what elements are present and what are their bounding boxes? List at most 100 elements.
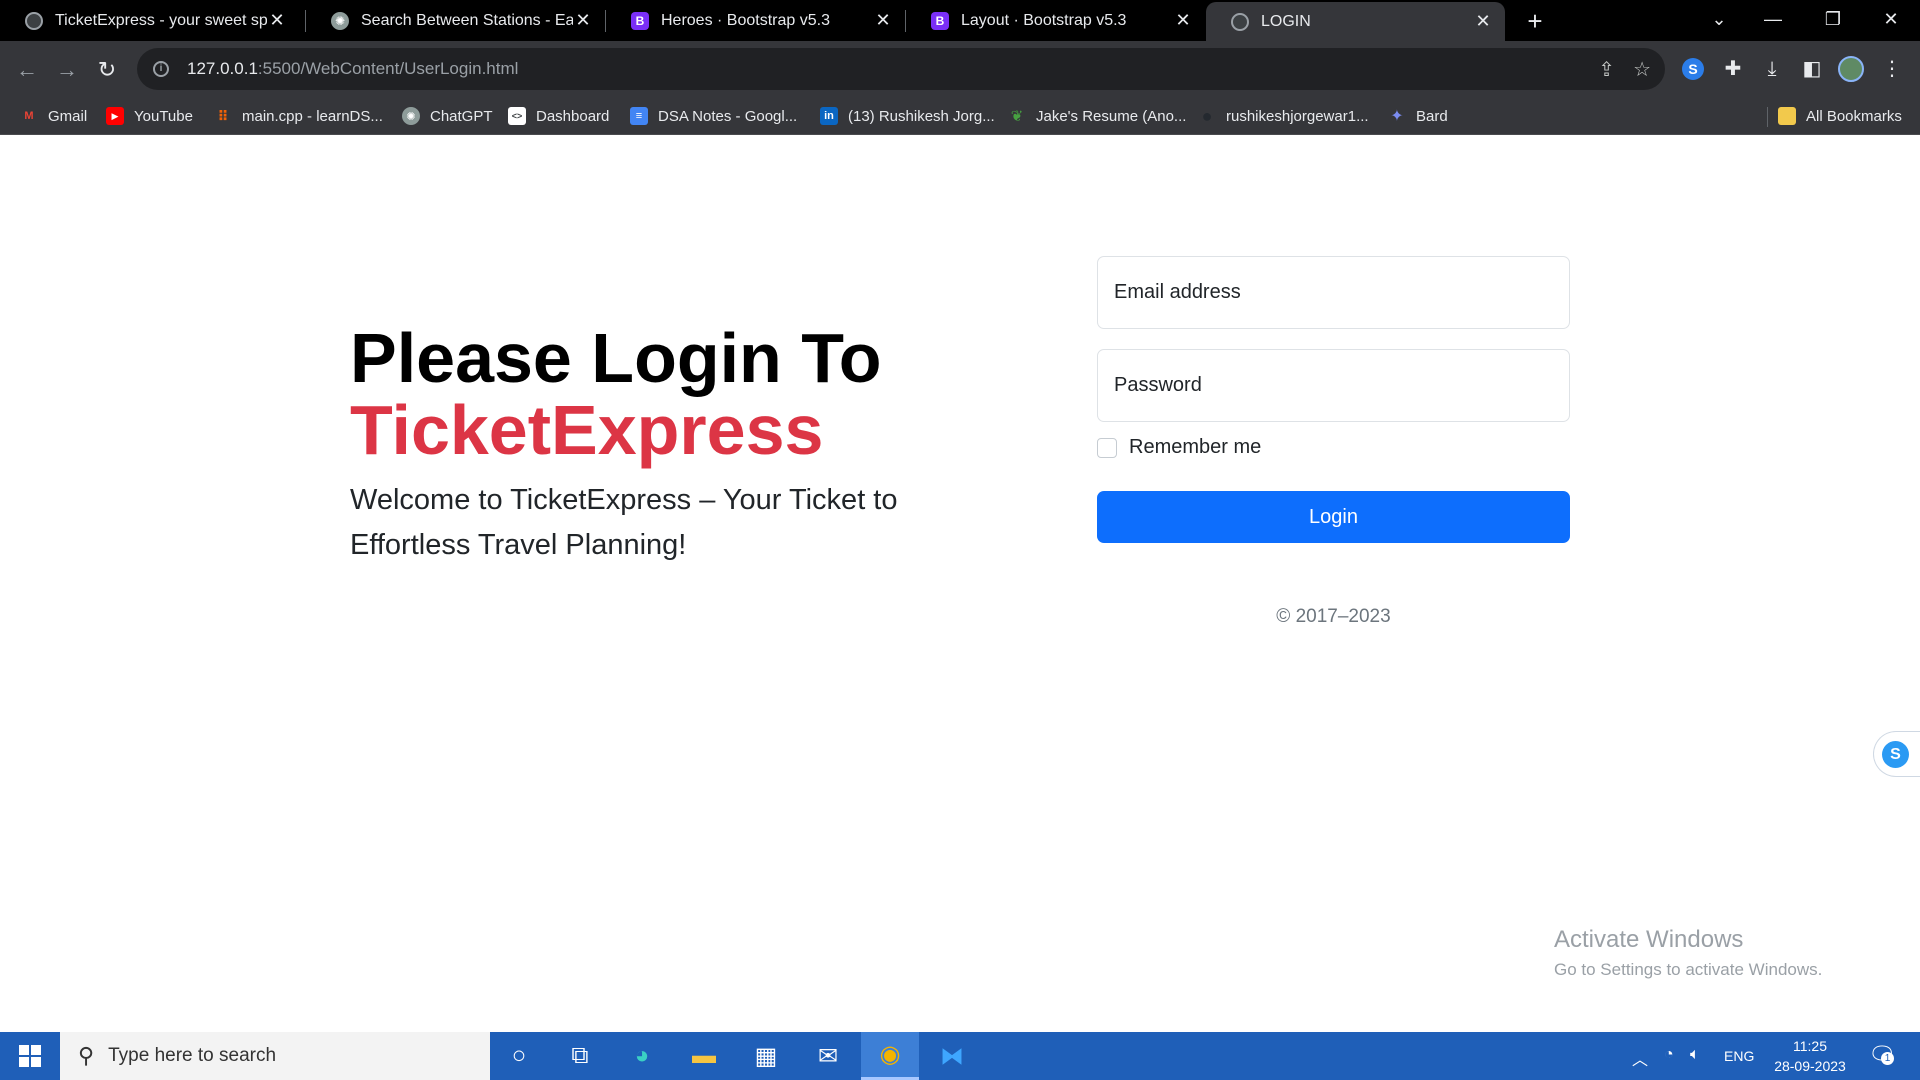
menu-kebab-icon[interactable]: ⋮: [1877, 54, 1907, 84]
bookmark-label: main.cpp - learnDS...: [242, 107, 383, 125]
bookmark-linkedin[interactable]: in (13) Rushikesh Jorg...: [820, 106, 995, 126]
bookmark-bard[interactable]: ✦ Bard: [1388, 106, 1448, 126]
close-icon[interactable]: ✕: [267, 10, 287, 31]
site-info-icon[interactable]: i: [153, 61, 169, 77]
start-button[interactable]: [0, 1032, 60, 1080]
tab-title: TicketExpress - your sweet spot: [55, 11, 267, 29]
bookmark-label: Bard: [1416, 107, 1448, 125]
taskbar-search-box[interactable]: ⚲ Type here to search: [60, 1032, 490, 1080]
vscode-icon[interactable]: ⧓: [923, 1032, 981, 1080]
bookmark-star-icon[interactable]: ☆: [1633, 57, 1651, 82]
clock-date: 28-09-2023: [1774, 1058, 1846, 1074]
download-icon[interactable]: ⤓: [1757, 54, 1787, 84]
skype-floating-button[interactable]: S: [1873, 731, 1920, 777]
file-explorer-icon[interactable]: ▬: [675, 1032, 733, 1080]
bookmarks-bar: M Gmail ▶ YouTube ⠿ main.cpp - learnDS..…: [0, 98, 1920, 135]
tab-layout-bootstrap[interactable]: B Layout · Bootstrap v5.3 ✕: [906, 0, 1205, 41]
tray-chevron-up-icon[interactable]: ︿: [1632, 1046, 1648, 1070]
share-icon[interactable]: ⇪: [1598, 57, 1615, 82]
copyright-text: © 2017–2023: [1276, 606, 1391, 627]
close-icon[interactable]: ✕: [1173, 10, 1193, 31]
email-field[interactable]: Email address: [1097, 256, 1570, 329]
chatgpt-icon: ✺: [331, 11, 349, 30]
search-icon: ⚲: [78, 1043, 95, 1068]
extensions-puzzle-icon[interactable]: ✚: [1718, 54, 1748, 84]
restore-icon[interactable]: ❐: [1808, 0, 1858, 41]
tab-login[interactable]: LOGIN ✕: [1206, 2, 1505, 41]
email-placeholder: Email address: [1114, 281, 1241, 303]
title-line: Please Login To: [350, 319, 882, 397]
bookmark-chatgpt[interactable]: ✺ ChatGPT: [402, 106, 493, 126]
windows-taskbar: ⚲ Type here to search ○ ⧉ ◕ ▬ ▦ ✉ ◉ ⧓ ︿ …: [0, 1032, 1920, 1080]
skype-extension-icon[interactable]: S: [1682, 58, 1704, 80]
globe-icon: [1231, 12, 1249, 31]
tab-title: Heroes · Bootstrap v5.3: [661, 11, 830, 29]
bookmark-github[interactable]: ● rushikeshjorgewar1...: [1198, 106, 1369, 126]
close-window-icon[interactable]: ✕: [1866, 0, 1916, 41]
github-icon: ●: [1201, 105, 1213, 126]
volume-icon[interactable]: 🔈︎: [1690, 1046, 1700, 1064]
minimize-icon[interactable]: —: [1748, 0, 1798, 41]
remember-me-label: Remember me: [1129, 436, 1262, 458]
bookmark-label: Gmail: [48, 107, 88, 125]
bookmark-label: rushikeshjorgewar1...: [1226, 107, 1369, 125]
cortana-icon[interactable]: ○: [490, 1032, 548, 1080]
notifications-icon[interactable]: 🗨︎1: [1868, 1042, 1896, 1068]
tab-heroes-bootstrap[interactable]: B Heroes · Bootstrap v5.3 ✕: [606, 0, 905, 41]
watermark-title: Activate Windows: [1554, 926, 1744, 953]
tab-search-chevron-icon[interactable]: ⌄: [1694, 0, 1744, 41]
windows-logo-icon: [19, 1045, 41, 1067]
remember-me-checkbox[interactable]: [1097, 437, 1117, 458]
bookmark-label: YouTube: [134, 107, 193, 125]
bookmark-dashboard[interactable]: <> Dashboard: [508, 106, 609, 126]
all-bookmarks-button[interactable]: All Bookmarks: [1778, 106, 1902, 126]
task-view-icon[interactable]: ⧉: [551, 1032, 609, 1080]
password-field[interactable]: Password: [1097, 349, 1570, 422]
brand-name: TicketExpress: [350, 391, 824, 469]
google-docs-icon: ≡: [630, 107, 648, 125]
youtube-icon: ▶: [106, 107, 124, 125]
side-panel-icon[interactable]: ◧: [1797, 54, 1827, 84]
back-arrow-icon[interactable]: ←: [12, 55, 42, 85]
remember-me[interactable]: Remember me: [1097, 436, 1261, 459]
skype-icon: S: [1882, 741, 1909, 768]
bookmark-label: DSA Notes - Googl...: [658, 107, 798, 125]
new-tab-button[interactable]: +: [1520, 6, 1550, 36]
bookmark-label: ChatGPT: [430, 107, 493, 125]
mail-icon[interactable]: ✉: [799, 1032, 857, 1080]
watermark-subtitle: Go to Settings to activate Windows.: [1554, 960, 1823, 979]
notification-count-badge: 1: [1881, 1052, 1894, 1065]
bookmark-label: (13) Rushikesh Jorg...: [848, 107, 995, 125]
chatgpt-icon: ✺: [402, 107, 420, 125]
language-indicator[interactable]: ENG: [1724, 1048, 1754, 1064]
lead-text: Welcome to TicketExpress – Your Ticket t…: [350, 484, 898, 561]
bookmark-jakes-resume[interactable]: ❦ Jake's Resume (Ano...: [1008, 106, 1187, 126]
bard-icon: ✦: [1390, 108, 1404, 125]
bookmark-main-cpp[interactable]: ⠿ main.cpp - learnDS...: [214, 106, 383, 126]
microsoft-store-icon[interactable]: ▦: [737, 1032, 795, 1080]
tab-search-between-stations[interactable]: ✺ Search Between Stations - Easy ✕: [306, 0, 605, 41]
network-icon[interactable]: ◔: [1664, 1046, 1674, 1064]
close-icon[interactable]: ✕: [873, 10, 893, 31]
bookmark-gmail[interactable]: M Gmail: [20, 106, 87, 126]
clock-time: 11:25: [1793, 1038, 1827, 1054]
bookmark-youtube[interactable]: ▶ YouTube: [106, 106, 193, 126]
profile-avatar[interactable]: [1838, 56, 1864, 82]
omnibox-actions: ⇪ ☆: [1598, 57, 1651, 82]
taskbar-clock[interactable]: 11:25 28-09-2023: [1760, 1036, 1860, 1076]
chrome-icon[interactable]: ◉: [861, 1032, 919, 1080]
login-button[interactable]: Login: [1097, 491, 1570, 543]
tab-ticketexpress[interactable]: TicketExpress - your sweet spot ✕: [0, 0, 299, 41]
dashboard-icon: <>: [508, 107, 526, 125]
close-icon[interactable]: ✕: [1473, 11, 1493, 32]
browser-tab-strip: TicketExpress - your sweet spot ✕ ✺ Sear…: [0, 0, 1920, 41]
reload-icon[interactable]: ↻: [92, 55, 122, 85]
address-bar[interactable]: i 127.0.0.1:5500/WebContent/UserLogin.ht…: [137, 48, 1665, 90]
bookmark-label: Jake's Resume (Ano...: [1036, 107, 1187, 125]
activate-windows-watermark: Activate Windows Go to Settings to activ…: [1554, 926, 1822, 980]
bookmark-dsa-notes[interactable]: ≡ DSA Notes - Googl...: [630, 106, 797, 126]
close-icon[interactable]: ✕: [573, 10, 593, 31]
forward-arrow-icon[interactable]: →: [52, 55, 82, 85]
browser-toolbar: ← → ↻ i 127.0.0.1:5500/WebContent/UserLo…: [0, 41, 1920, 98]
edge-icon[interactable]: ◕: [613, 1032, 671, 1080]
